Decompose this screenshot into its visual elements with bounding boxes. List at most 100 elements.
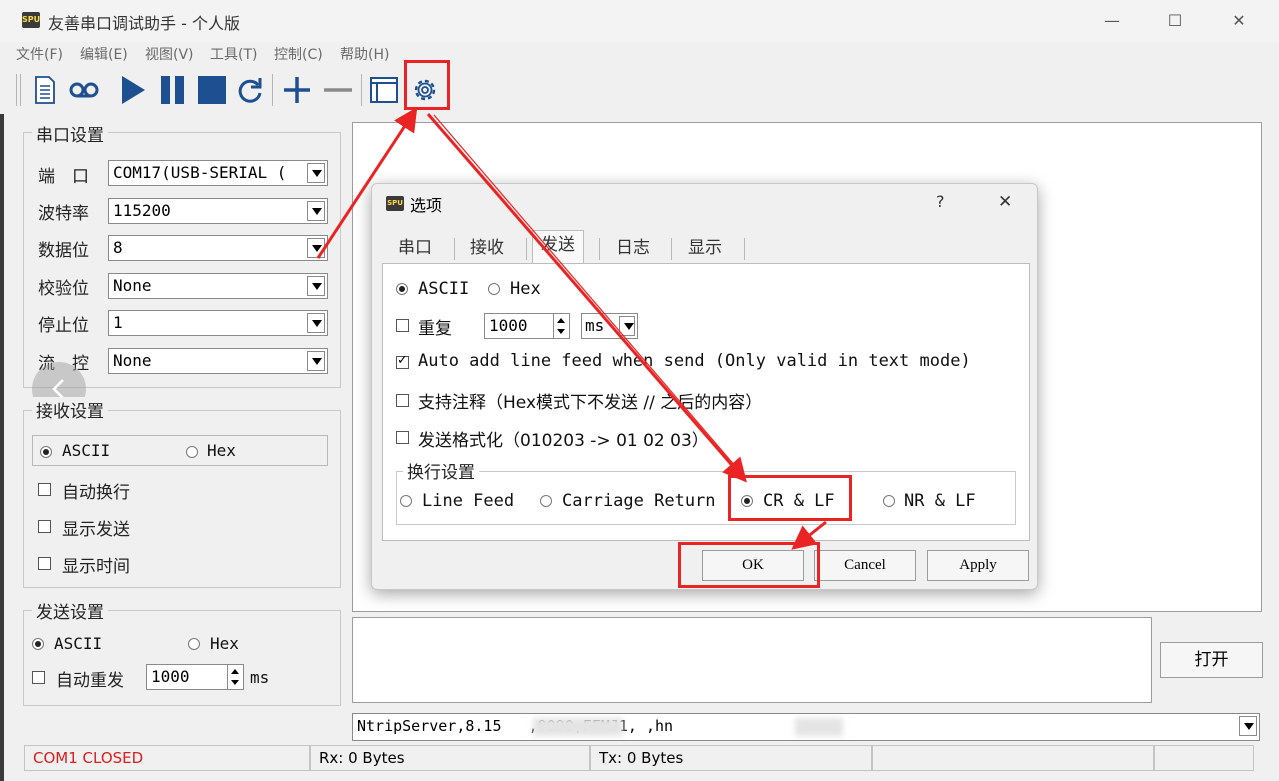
spinner-arrows-icon[interactable] xyxy=(553,314,569,338)
left-edge-strip xyxy=(0,0,4,781)
receive-settings-title: 接收设置 xyxy=(32,397,108,422)
tab-separator xyxy=(744,238,745,260)
baud-value: 115200 xyxy=(113,201,171,220)
pause-icon[interactable] xyxy=(156,71,190,109)
tab-separator xyxy=(526,238,527,260)
new-file-icon[interactable] xyxy=(30,71,60,109)
status-bar: COM1 CLOSED Rx: 0 Bytes Tx: 0 Bytes xyxy=(20,745,1279,771)
baud-select[interactable]: 115200 xyxy=(108,198,328,224)
dialog-close-button[interactable]: ✕ xyxy=(998,192,1012,212)
close-button[interactable]: ✕ xyxy=(1219,8,1259,34)
send-hex-label: Hex xyxy=(210,634,239,653)
format-send-checkbox[interactable] xyxy=(396,431,409,444)
tab-separator xyxy=(454,238,455,260)
send-text-area[interactable] xyxy=(352,617,1152,703)
maximize-button[interactable]: ☐ xyxy=(1155,8,1195,34)
title-bar: SPU 友善串口调试助手 - 个人版 — ☐ ✕ xyxy=(0,0,1279,42)
toolbar-grip xyxy=(20,74,21,106)
port-select[interactable]: COM17(USB-SERIAL ( xyxy=(108,160,328,186)
resend-unit-label: ms xyxy=(250,668,270,687)
dialog-hex-label: Hex xyxy=(510,279,541,299)
parity-select[interactable]: None xyxy=(108,273,328,299)
resend-interval-spinner[interactable]: 1000 xyxy=(146,664,244,690)
auto-wrap-checkbox[interactable] xyxy=(38,483,51,496)
serial-settings-title: 串口设置 xyxy=(32,121,108,146)
send-history-select[interactable]: NtripServer,8.15 ,9090,FFMJ1, ,hn xyxy=(352,713,1260,741)
stop-icon[interactable] xyxy=(194,71,230,109)
show-time-checkbox[interactable] xyxy=(38,557,51,570)
apply-button[interactable]: Apply xyxy=(927,550,1029,581)
minimize-button[interactable]: — xyxy=(1092,8,1132,34)
menu-bar: 文件(F) 编辑(E) 视图(V) 工具(T) 控制(C) 帮助(H) xyxy=(0,42,1279,66)
toolbar-separator xyxy=(272,74,273,106)
newline-cr-radio[interactable] xyxy=(540,495,552,507)
tab-display[interactable]: 显示 xyxy=(680,234,730,264)
baud-label: 波特率 xyxy=(38,204,89,224)
repeat-interval-value: 1000 xyxy=(489,316,528,335)
flowcontrol-select[interactable]: None xyxy=(108,348,328,374)
highlight-box-crlf xyxy=(728,475,852,521)
window-icon[interactable] xyxy=(367,71,401,109)
newline-lf-radio[interactable] xyxy=(400,495,412,507)
spinner-arrows-icon[interactable] xyxy=(227,665,243,689)
tab-receive[interactable]: 接收 xyxy=(462,234,512,264)
redacted-blur xyxy=(533,718,623,736)
menu-file[interactable]: 文件(F) xyxy=(16,44,63,64)
tab-serial[interactable]: 串口 xyxy=(390,234,440,264)
auto-resend-label: 自动重发 xyxy=(56,671,124,691)
show-send-checkbox[interactable] xyxy=(38,520,51,533)
menu-view[interactable]: 视图(V) xyxy=(145,44,194,64)
parity-value: None xyxy=(113,276,152,295)
stopbits-select[interactable]: 1 xyxy=(108,310,328,336)
databits-select[interactable]: 8 xyxy=(108,235,328,261)
highlight-box-ok xyxy=(678,542,820,588)
chevron-down-icon xyxy=(307,238,325,258)
tab-log[interactable]: 日志 xyxy=(608,234,658,264)
dialog-ascii-radio[interactable] xyxy=(396,283,408,295)
tab-separator xyxy=(599,238,600,260)
dialog-help-button[interactable]: ? xyxy=(936,192,945,211)
auto-resend-checkbox[interactable] xyxy=(32,671,45,684)
show-send-label: 显示发送 xyxy=(62,520,130,540)
chevron-down-icon xyxy=(307,276,325,296)
send-ascii-label: ASCII xyxy=(54,634,103,653)
repeat-label: 重复 xyxy=(418,319,452,339)
receive-hex-label: Hex xyxy=(207,441,236,460)
dialog-hex-radio[interactable] xyxy=(488,283,500,295)
repeat-unit-select[interactable]: ms xyxy=(581,313,638,339)
parity-label: 校验位 xyxy=(38,279,89,299)
minus-icon[interactable] xyxy=(320,71,356,109)
newline-nrlf-label: NR & LF xyxy=(904,491,976,511)
newline-lf-label: Line Feed xyxy=(422,491,515,511)
plus-icon[interactable] xyxy=(280,71,314,109)
app-icon: SPU xyxy=(22,12,40,28)
highlight-box-gear xyxy=(404,60,450,110)
newline-nrlf-radio[interactable] xyxy=(883,495,895,507)
repeat-interval-spinner[interactable]: 1000 xyxy=(484,313,570,339)
stopbits-value: 1 xyxy=(113,313,123,332)
tab-send[interactable]: 发送 xyxy=(532,230,584,264)
receive-ascii-radio[interactable] xyxy=(40,446,52,458)
auto-linefeed-checkbox[interactable] xyxy=(396,353,409,369)
refresh-icon[interactable] xyxy=(232,71,268,109)
menu-tools[interactable]: 工具(T) xyxy=(210,44,257,64)
open-button[interactable]: 打开 xyxy=(1160,642,1263,678)
send-hex-radio[interactable] xyxy=(188,638,200,650)
dialog-ascii-label: ASCII xyxy=(418,279,470,299)
toolbar-separator xyxy=(361,74,362,106)
cancel-button[interactable]: Cancel xyxy=(814,550,916,581)
chevron-down-icon xyxy=(307,313,325,333)
record-icon[interactable] xyxy=(66,71,102,109)
newline-cr-label: Carriage Return xyxy=(562,491,716,511)
play-icon[interactable] xyxy=(116,71,150,109)
menu-control[interactable]: 控制(C) xyxy=(274,44,323,64)
send-ascii-radio[interactable] xyxy=(32,638,44,650)
menu-help[interactable]: 帮助(H) xyxy=(340,44,389,64)
menu-edit[interactable]: 编辑(E) xyxy=(80,44,128,64)
flowcontrol-value: None xyxy=(113,351,152,370)
chevron-down-icon xyxy=(307,163,325,183)
status-cell-empty xyxy=(872,745,1154,771)
repeat-checkbox[interactable] xyxy=(396,319,409,332)
comment-support-checkbox[interactable] xyxy=(396,394,409,407)
receive-hex-radio[interactable] xyxy=(186,446,198,458)
